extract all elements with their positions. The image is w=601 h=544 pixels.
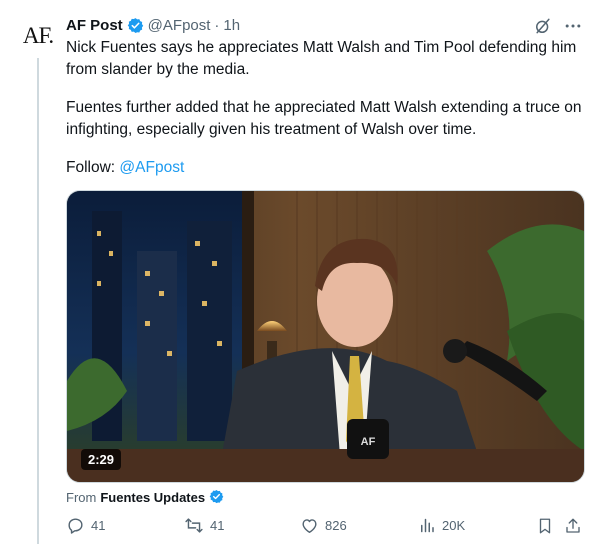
tweet-header: AF Post @AFpost · 1h — [66, 15, 240, 35]
author-name[interactable]: AF Post — [66, 17, 123, 34]
source-name[interactable]: Fuentes Updates — [100, 490, 205, 505]
retweet-icon — [184, 516, 204, 535]
views-button[interactable]: 20K — [418, 516, 465, 535]
tweet-paragraph-2: Fuentes further added that he appreciate… — [66, 99, 582, 138]
video-thumbnail: AF — [67, 191, 584, 482]
bookmark-icon — [536, 516, 554, 536]
timestamp[interactable]: 1h — [223, 17, 240, 34]
video-player[interactable]: AF 2:29 — [66, 190, 585, 483]
more-icon[interactable] — [563, 16, 583, 36]
like-button[interactable]: 826 — [300, 516, 347, 535]
reply-button[interactable]: 41 — [66, 516, 105, 535]
verified-badge-icon — [209, 489, 226, 506]
share-button[interactable] — [564, 516, 582, 536]
views-icon — [418, 516, 436, 535]
author-handle[interactable]: @AFpost — [148, 17, 211, 34]
tweet-top-actions — [533, 16, 583, 36]
video-duration: 2:29 — [81, 449, 122, 470]
follow-link[interactable]: @AFpost — [119, 159, 184, 176]
retweet-button[interactable]: 41 — [184, 516, 224, 535]
tweet-paragraph-1: Nick Fuentes says he appreciates Matt Wa… — [66, 39, 577, 78]
like-count: 826 — [325, 518, 347, 533]
separator: · — [214, 16, 220, 34]
follow-label: Follow: — [66, 159, 116, 176]
bookmark-button[interactable] — [536, 516, 554, 536]
grok-icon[interactable] — [533, 16, 553, 36]
reply-icon — [66, 516, 85, 535]
views-count: 20K — [442, 518, 466, 533]
verified-badge-icon — [127, 17, 144, 34]
tweet-text: Nick Fuentes says he appreciates Matt Wa… — [66, 37, 586, 179]
avatar[interactable]: AF. — [18, 16, 58, 56]
mug-logo: AF — [361, 436, 376, 448]
like-icon — [300, 516, 319, 535]
tweet-follow-line: Follow: @AFpost — [66, 157, 586, 179]
thread-line — [37, 58, 39, 544]
source-attribution: From Fuentes Updates — [66, 489, 230, 506]
reply-count: 41 — [91, 518, 106, 533]
retweet-count: 41 — [210, 518, 225, 533]
share-icon — [564, 516, 582, 536]
tweet-action-bar: 41 41 826 20K — [66, 516, 586, 540]
source-prefix: From — [66, 490, 97, 505]
